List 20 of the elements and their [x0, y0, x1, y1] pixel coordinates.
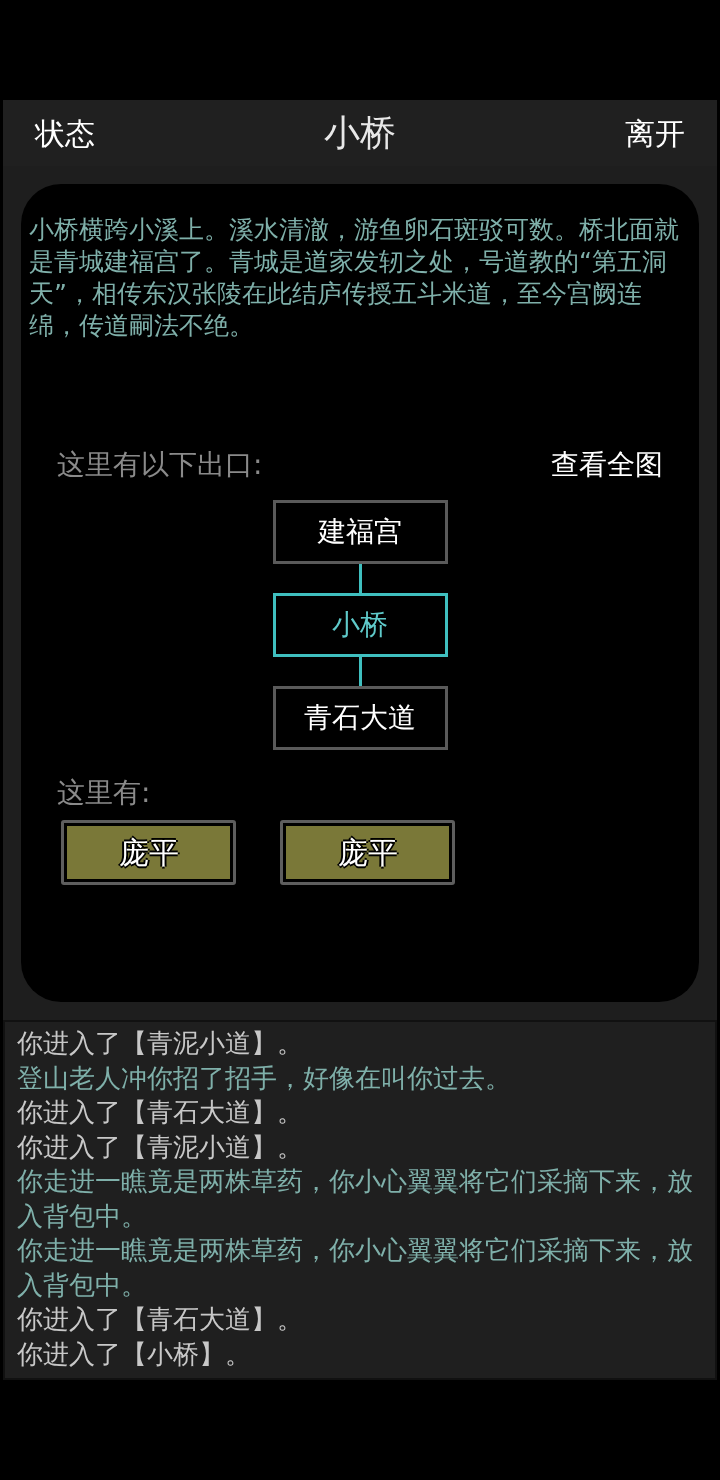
- npc-button[interactable]: 庞平: [280, 820, 455, 885]
- location-title: 小桥: [324, 111, 396, 155]
- log-message: 你进入了【小桥】。: [17, 1337, 252, 1371]
- leave-button[interactable]: 离开: [585, 110, 685, 156]
- view-map-link[interactable]: 查看全图: [551, 444, 663, 486]
- exit-node[interactable]: 小桥: [272, 593, 448, 657]
- npc-button[interactable]: 庞平: [61, 820, 236, 885]
- log-message: 你进入了【青石大道】。: [17, 1303, 304, 1336]
- log-message: 你走进一瞧竟是两株草药，你小心翼翼将它们采摘下来，放入背包中。: [17, 1165, 694, 1233]
- log-message: 你进入了【青泥小道】。: [17, 1027, 304, 1060]
- people-label: 这里有:: [57, 775, 151, 811]
- log-message: 登山老人冲你招了招手，好像在叫你过去。: [17, 1061, 512, 1095]
- location-description: 小桥横跨小溪上。溪水清澈，游鱼卵石斑驳可数。桥北面就是青城建福宫了。青城是道家发轫之处，号道教的“第五洞天”，相传东汉张陵在此结庐传授五斗米道，至今宫阙连绵，传道嗣法不绝。: [29, 214, 680, 342]
- log-message: 你进入了【青石大道】。: [17, 1096, 304, 1129]
- log-message: 你进入了【青泥小道】。: [17, 1130, 304, 1164]
- exit-node[interactable]: 青石大道: [272, 686, 448, 750]
- status-button[interactable]: 状态: [35, 110, 135, 156]
- exit-node[interactable]: 建福宫: [272, 500, 448, 564]
- exits-label: 这里有以下出口:: [57, 447, 263, 483]
- log-message: 你走进一瞧竟是两株草药，你小心翼翼将它们采摘下来，放入背包中。: [17, 1234, 694, 1302]
